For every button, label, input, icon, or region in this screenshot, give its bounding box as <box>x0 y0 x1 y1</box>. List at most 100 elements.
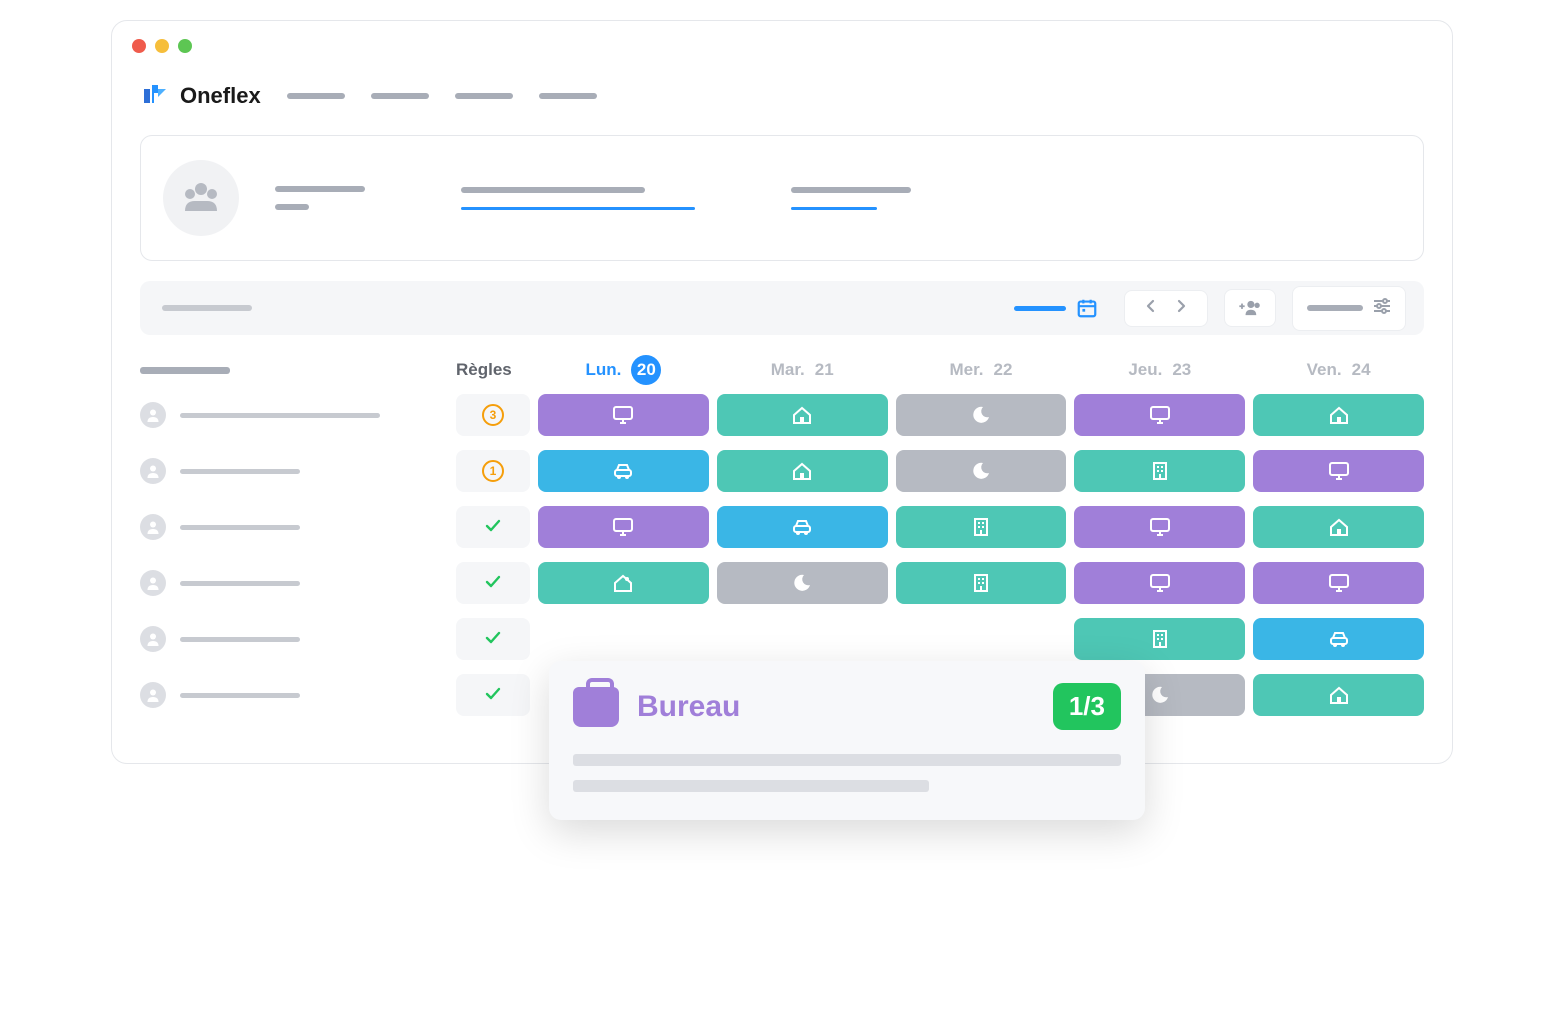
add-people-button[interactable] <box>1224 289 1276 327</box>
travel-cell[interactable] <box>538 450 709 492</box>
header-tab[interactable] <box>791 187 911 210</box>
day-off-cell[interactable] <box>896 394 1067 436</box>
user-avatar-icon <box>140 682 166 708</box>
view-options[interactable] <box>1292 286 1406 331</box>
header-info <box>275 186 365 210</box>
rule-cell[interactable] <box>456 506 530 548</box>
rules-column-header: Règles <box>456 360 530 380</box>
remote-cell[interactable] <box>1253 506 1424 548</box>
people-column <box>140 353 456 723</box>
day-header-fri[interactable]: Ven. 24 <box>1253 360 1424 380</box>
person-row[interactable] <box>140 611 446 667</box>
days-header-row: Règles Lun. 20 Mar. 21 Mer. 22 Jeu. <box>456 353 1424 387</box>
brand[interactable]: Oneflex <box>140 81 261 111</box>
sliders-icon <box>1373 297 1391 320</box>
brand-name: Oneflex <box>180 83 261 109</box>
prev-week[interactable] <box>1137 299 1163 318</box>
next-week[interactable] <box>1169 299 1195 318</box>
person-row[interactable] <box>140 555 446 611</box>
remote-cell[interactable] <box>1253 674 1424 716</box>
popover-line <box>573 754 1121 766</box>
office-cell[interactable] <box>1074 506 1245 548</box>
brand-icon <box>140 81 170 111</box>
planning-row: 1 <box>456 443 1424 499</box>
remote-cell[interactable] <box>717 394 888 436</box>
planning-toolbar <box>140 281 1424 335</box>
popover-body <box>573 754 1121 792</box>
travel-cell[interactable] <box>717 506 888 548</box>
planning-row <box>456 499 1424 555</box>
day-header-wed[interactable]: Mer. 22 <box>896 360 1067 380</box>
office-cell[interactable] <box>1253 562 1424 604</box>
day-detail-popover: Bureau 1/3 <box>549 661 1145 820</box>
office-cell[interactable] <box>1253 450 1424 492</box>
remote-cell[interactable] <box>717 450 888 492</box>
rule-cell[interactable]: 1 <box>456 450 530 492</box>
header-title-placeholder <box>275 186 365 192</box>
day-header-tue[interactable]: Mar. 21 <box>717 360 888 380</box>
context-header <box>140 135 1424 261</box>
rule-badge: 3 <box>482 404 504 426</box>
week-nav <box>1124 290 1208 327</box>
add-people-icon <box>1239 300 1261 316</box>
check-icon <box>485 685 501 706</box>
user-avatar-icon <box>140 458 166 484</box>
check-icon <box>485 629 501 650</box>
rule-badge: 1 <box>482 460 504 482</box>
people-header <box>140 353 446 387</box>
users-group-icon <box>181 181 221 215</box>
remote-cell[interactable] <box>1253 394 1424 436</box>
user-avatar-icon <box>140 570 166 596</box>
popover-title: Bureau <box>637 690 740 724</box>
user-avatar-icon <box>140 402 166 428</box>
user-avatar-icon <box>140 626 166 652</box>
day-off-cell[interactable] <box>717 562 888 604</box>
header-tab-active[interactable] <box>461 187 695 210</box>
office-cell[interactable] <box>538 506 709 548</box>
person-row[interactable] <box>140 499 446 555</box>
calendar-icon <box>1076 297 1098 319</box>
check-icon <box>485 573 501 594</box>
rule-cell[interactable] <box>456 674 530 716</box>
office-cell[interactable] <box>538 394 709 436</box>
window-titlebar <box>112 21 1452 63</box>
person-row[interactable] <box>140 443 446 499</box>
planning-row: 3 <box>456 387 1424 443</box>
office-building-cell[interactable] <box>896 506 1067 548</box>
office-cell[interactable] <box>1074 562 1245 604</box>
popover-line <box>573 780 929 792</box>
team-avatar[interactable] <box>163 160 239 236</box>
office-building-cell[interactable] <box>1074 618 1245 660</box>
day-off-cell[interactable] <box>896 450 1067 492</box>
rule-cell[interactable] <box>456 562 530 604</box>
window-maximize-dot[interactable] <box>178 39 192 53</box>
person-row[interactable] <box>140 387 446 443</box>
user-avatar-icon <box>140 514 166 540</box>
popover-occupancy: 1/3 <box>1053 683 1121 730</box>
remote-cell[interactable] <box>538 562 709 604</box>
check-icon <box>485 517 501 538</box>
planning-row <box>456 555 1424 611</box>
travel-cell[interactable] <box>1253 618 1424 660</box>
top-nav: Oneflex <box>112 63 1452 127</box>
planning-row <box>456 611 1424 667</box>
briefcase-icon <box>573 687 619 727</box>
rule-cell[interactable] <box>456 618 530 660</box>
nav-item[interactable] <box>371 93 429 99</box>
day-header-thu[interactable]: Jeu. 23 <box>1074 360 1245 380</box>
nav-item[interactable] <box>455 93 513 99</box>
toolbar-filter[interactable] <box>162 305 252 311</box>
day-header-mon[interactable]: Lun. 20 <box>538 355 709 385</box>
date-selector[interactable] <box>1014 297 1108 319</box>
office-building-cell[interactable] <box>896 562 1067 604</box>
window-minimize-dot[interactable] <box>155 39 169 53</box>
person-row[interactable] <box>140 667 446 723</box>
rule-cell[interactable]: 3 <box>456 394 530 436</box>
header-subtitle-placeholder <box>275 204 309 210</box>
nav-item[interactable] <box>287 93 345 99</box>
office-cell[interactable] <box>1074 394 1245 436</box>
app-window: Oneflex <box>111 20 1453 764</box>
office-building-cell[interactable] <box>1074 450 1245 492</box>
window-close-dot[interactable] <box>132 39 146 53</box>
nav-item[interactable] <box>539 93 597 99</box>
